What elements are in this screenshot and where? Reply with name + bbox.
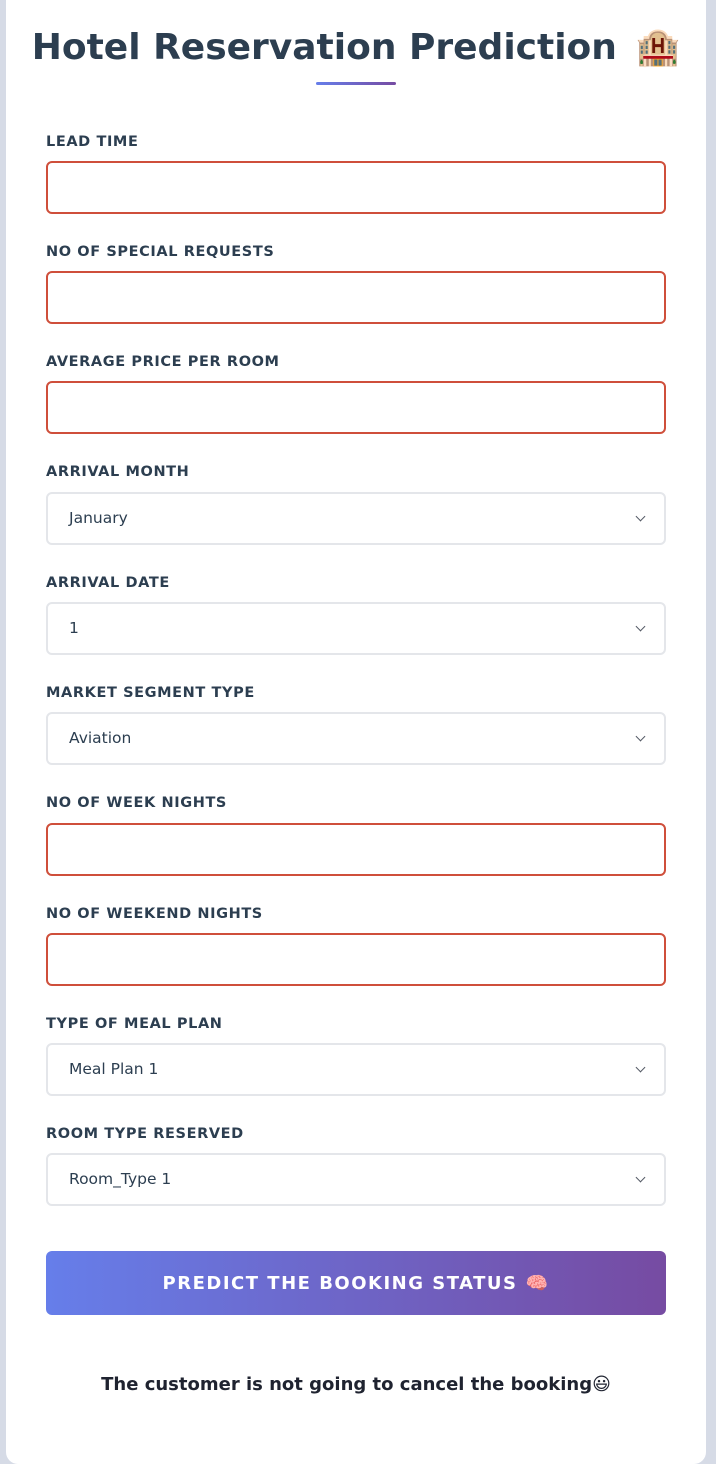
prediction-result: The customer is not going to cancel the …	[101, 1374, 611, 1395]
chevron-down-icon	[635, 1172, 646, 1183]
weekend-nights-input[interactable]	[46, 933, 666, 986]
chevron-down-icon	[635, 511, 646, 522]
arrival-date-value: 1	[69, 619, 79, 637]
arrival-month-select[interactable]: January	[46, 492, 666, 545]
arrival-month-label: ARRIVAL MONTH	[46, 464, 190, 480]
meal-plan-select[interactable]: Meal Plan 1	[46, 1043, 666, 1096]
special-requests-label: NO OF SPECIAL REQUESTS	[46, 244, 275, 260]
meal-plan-value: Meal Plan 1	[69, 1060, 159, 1078]
room-type-value: Room_Type 1	[69, 1170, 172, 1188]
meal-plan-label: TYPE OF MEAL PLAN	[46, 1016, 223, 1032]
brain-icon: 🧠	[525, 1272, 550, 1294]
market-segment-select[interactable]: Aviation	[46, 712, 666, 765]
chevron-down-icon	[635, 1062, 646, 1073]
lead-time-input[interactable]	[46, 161, 666, 214]
prediction-form-card: Hotel Reservation Prediction 🏨 LEAD TIME…	[6, 0, 706, 1464]
predict-button[interactable]: PREDICT THE BOOKING STATUS 🧠	[46, 1251, 666, 1315]
arrival-date-select[interactable]: 1	[46, 602, 666, 655]
lead-time-label: LEAD TIME	[46, 134, 139, 150]
room-type-label: ROOM TYPE RESERVED	[46, 1126, 244, 1142]
arrival-month-value: January	[69, 509, 128, 527]
market-segment-value: Aviation	[69, 729, 132, 747]
week-nights-input[interactable]	[46, 823, 666, 876]
special-requests-input[interactable]	[46, 271, 666, 324]
page-title-text: Hotel Reservation Prediction	[31, 27, 617, 68]
chevron-down-icon	[635, 621, 646, 632]
market-segment-label: MARKET SEGMENT TYPE	[46, 685, 255, 701]
weekend-nights-label: NO OF WEEKEND NIGHTS	[46, 906, 263, 922]
room-type-select[interactable]: Room_Type 1	[46, 1153, 666, 1206]
arrival-date-label: ARRIVAL DATE	[46, 575, 170, 591]
week-nights-label: NO OF WEEK NIGHTS	[46, 795, 227, 811]
title-underline	[316, 82, 396, 85]
avg-price-label: AVERAGE PRICE PER ROOM	[46, 354, 280, 370]
predict-button-label: PREDICT THE BOOKING STATUS	[162, 1272, 518, 1294]
page-title: Hotel Reservation Prediction 🏨	[6, 26, 706, 70]
chevron-down-icon	[635, 731, 646, 742]
hotel-icon: 🏨	[635, 27, 681, 68]
avg-price-input[interactable]	[46, 381, 666, 434]
